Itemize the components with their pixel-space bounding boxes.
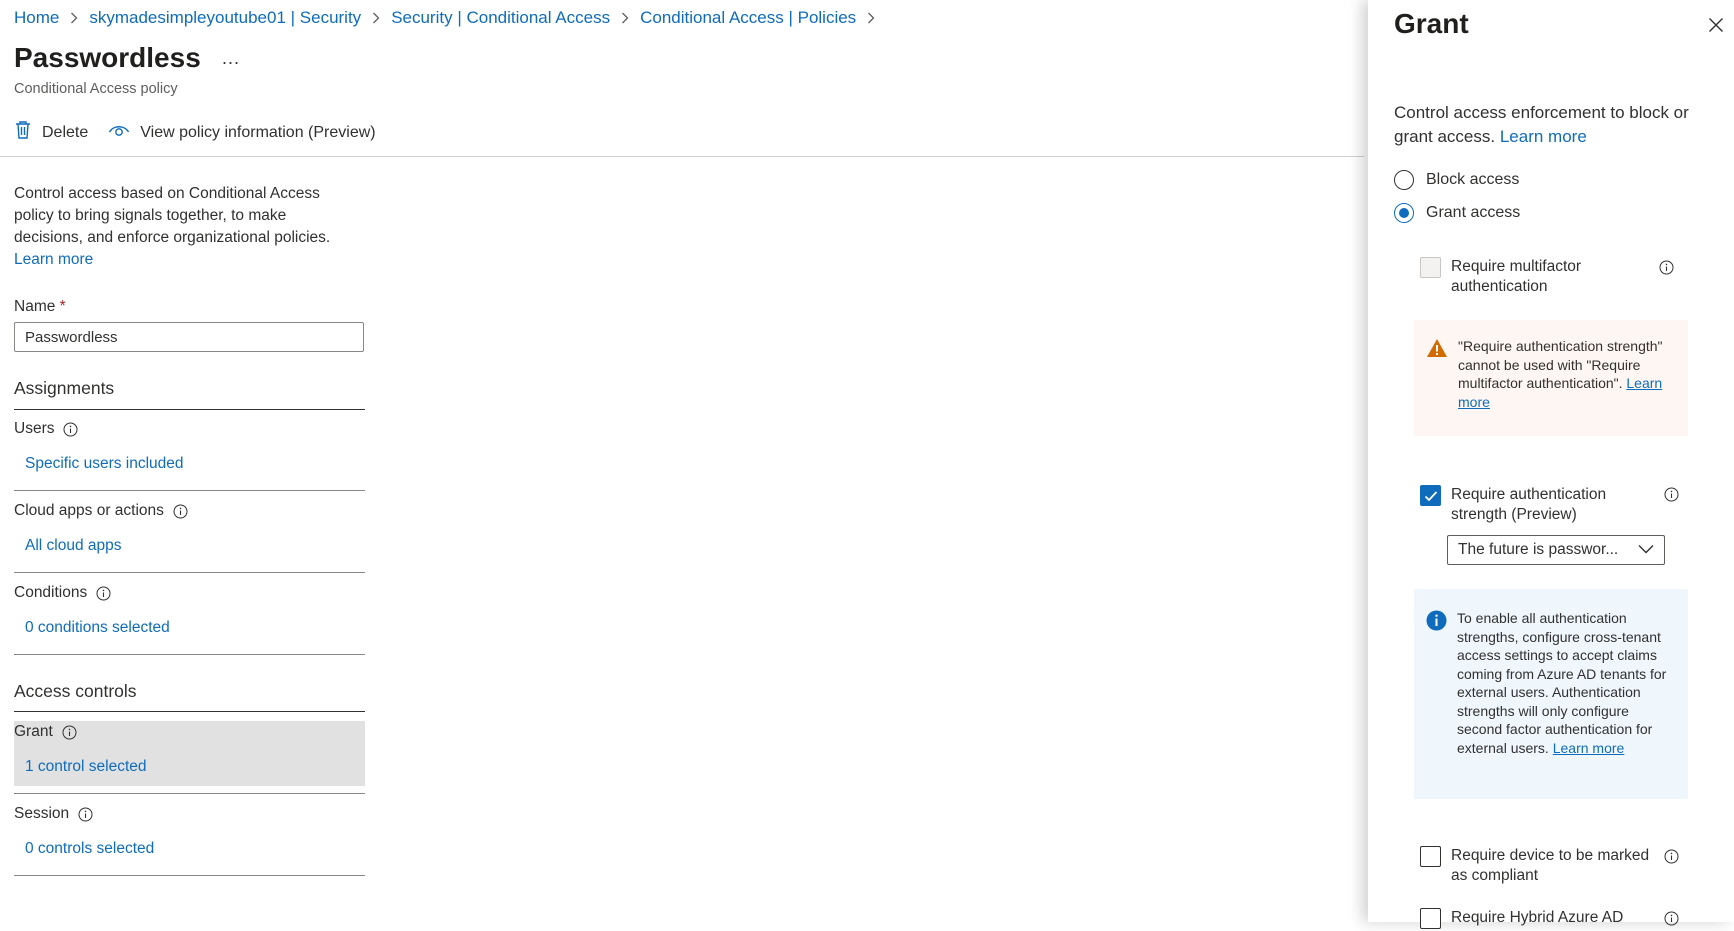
users-selection-link[interactable]: Specific users included [25, 455, 184, 473]
intro-description: Control access based on Conditional Acce… [14, 185, 331, 246]
info-learn-more-link[interactable]: Learn more [1553, 740, 1625, 756]
auth-strength-info-message: To enable all authentication strengths, … [1414, 589, 1688, 799]
auth-strength-option[interactable]: Require authentication strength (Preview… [1420, 485, 1690, 525]
compliant-device-checkbox[interactable] [1420, 846, 1441, 867]
cloud-apps-label: Cloud apps or actions [14, 502, 164, 519]
page-subtitle: Conditional Access policy [14, 81, 178, 97]
users-divider [14, 490, 365, 491]
users-label: Users [14, 420, 55, 437]
close-icon [1708, 17, 1724, 38]
panel-learn-more-link[interactable]: Learn more [1500, 127, 1587, 146]
toolbar-divider [0, 156, 1364, 157]
block-access-radio[interactable] [1394, 170, 1414, 190]
mfa-option[interactable]: Require multifactor authentication [1420, 257, 1690, 297]
breadcrumb: Home skymadesimpleyoutube01 | Security S… [14, 8, 886, 28]
grant-access-option[interactable]: Grant access [1394, 203, 1520, 223]
access-controls-divider [14, 711, 365, 712]
info-filled-icon [1426, 610, 1447, 799]
more-options-button[interactable]: ... [222, 48, 240, 69]
assignments-divider [14, 409, 365, 410]
access-controls-heading: Access controls [14, 681, 137, 701]
info-icon[interactable] [1664, 911, 1679, 931]
breadcrumb-policies[interactable]: Conditional Access | Policies [640, 8, 856, 28]
auth-strength-selected: The future is passwor... [1458, 541, 1619, 558]
mfa-warning-message: "Require authentication strength" cannot… [1414, 320, 1688, 436]
close-panel-button[interactable] [1705, 16, 1727, 38]
chevron-right-icon [867, 12, 875, 24]
block-access-option[interactable]: Block access [1394, 170, 1519, 190]
warning-icon [1426, 338, 1448, 436]
eye-icon [108, 122, 130, 143]
users-label-row: Users [14, 420, 78, 438]
page-title: Passwordless [14, 42, 201, 73]
intro-text: Control access based on Conditional Acce… [14, 183, 359, 271]
toolbar: Delete View policy information (Preview) [14, 120, 396, 145]
policy-name-input[interactable] [14, 322, 364, 352]
info-text-block: To enable all authentication strengths, … [1457, 609, 1676, 799]
chevron-right-icon [621, 12, 629, 24]
panel-description: Control access enforcement to block or g… [1394, 101, 1714, 148]
conditions-divider [14, 654, 365, 655]
chevron-down-icon [1638, 541, 1654, 559]
info-icon[interactable] [173, 504, 188, 519]
name-field-label: Name * [14, 298, 66, 316]
session-divider [14, 875, 365, 876]
compliant-device-label: Require device to be marked as compliant [1451, 847, 1650, 884]
compliant-device-option[interactable]: Require device to be marked as compliant [1420, 846, 1690, 886]
checkmark-icon [1424, 490, 1437, 501]
hybrid-azure-ad-checkbox[interactable] [1420, 908, 1441, 929]
chevron-right-icon [70, 12, 78, 24]
cloud-apps-label-row: Cloud apps or actions [14, 502, 188, 520]
conditions-label-row: Conditions [14, 584, 111, 602]
view-policy-info-label: View policy information (Preview) [140, 123, 376, 141]
grant-label: Grant [14, 723, 53, 740]
breadcrumb-home[interactable]: Home [14, 8, 59, 28]
info-icon[interactable] [1659, 260, 1674, 280]
grant-access-radio[interactable] [1394, 203, 1414, 223]
hybrid-azure-ad-option[interactable]: Require Hybrid Azure AD [1420, 908, 1690, 929]
grant-divider [14, 793, 365, 794]
block-access-label: Block access [1426, 171, 1520, 188]
breadcrumb-conditional-access[interactable]: Security | Conditional Access [391, 8, 610, 28]
auth-strength-checkbox[interactable] [1420, 485, 1441, 506]
grant-access-label: Grant access [1426, 204, 1521, 221]
session-label-row: Session [14, 805, 93, 823]
info-icon[interactable] [62, 725, 77, 740]
warning-text-block: "Require authentication strength" cannot… [1458, 337, 1676, 436]
trash-icon [14, 120, 32, 145]
auth-strength-dropdown[interactable]: The future is passwor... [1447, 535, 1665, 565]
auth-strength-label: Require authentication strength (Preview… [1451, 486, 1607, 523]
mfa-checkbox[interactable] [1420, 257, 1441, 278]
conditions-selection-link[interactable]: 0 conditions selected [25, 619, 170, 637]
breadcrumb-security[interactable]: skymadesimpleyoutube01 | Security [89, 8, 361, 28]
grant-selection-link[interactable]: 1 control selected [25, 758, 147, 776]
info-icon[interactable] [96, 586, 111, 601]
view-policy-info-button[interactable]: View policy information (Preview) [108, 122, 376, 143]
delete-button[interactable]: Delete [14, 120, 88, 145]
session-label: Session [14, 805, 70, 822]
info-icon[interactable] [1664, 487, 1679, 507]
info-icon[interactable] [78, 807, 93, 822]
grant-label-row: Grant [14, 723, 77, 741]
info-icon[interactable] [63, 422, 78, 437]
cloud-apps-selection-link[interactable]: All cloud apps [25, 537, 122, 555]
mfa-label: Require multifactor authentication [1451, 258, 1582, 295]
delete-label: Delete [42, 123, 89, 141]
session-selection-link[interactable]: 0 controls selected [25, 840, 154, 858]
chevron-right-icon [372, 12, 380, 24]
conditions-label: Conditions [14, 584, 88, 601]
hybrid-azure-ad-label: Require Hybrid Azure AD [1451, 909, 1624, 926]
info-text: To enable all authentication strengths, … [1457, 610, 1667, 756]
panel-title: Grant [1394, 8, 1469, 39]
intro-learn-more-link[interactable]: Learn more [14, 251, 93, 268]
assignments-heading: Assignments [14, 378, 115, 398]
info-icon[interactable] [1664, 849, 1679, 869]
name-label: Name [14, 298, 56, 315]
required-mark: * [59, 298, 66, 315]
cloud-apps-divider [14, 572, 365, 573]
